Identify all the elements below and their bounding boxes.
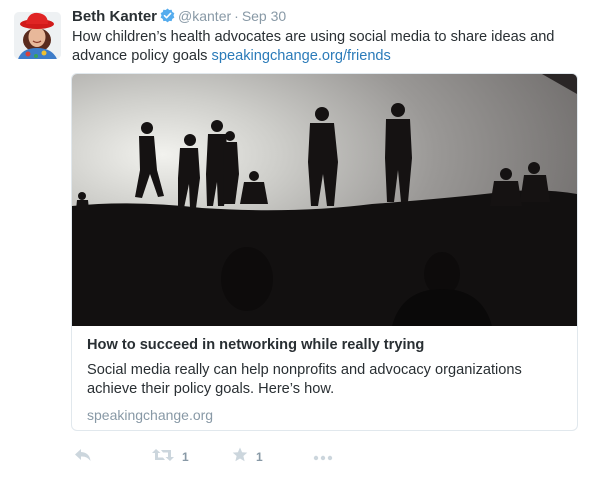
more-icon <box>313 448 333 466</box>
card-body: How to succeed in networking while reall… <box>87 336 567 425</box>
fullname[interactable]: Beth Kanter <box>72 8 157 25</box>
tweet: Beth Kanter @kanter · Sep 30 How children’s… <box>0 0 589 478</box>
favorite-button[interactable]: 1 <box>232 447 263 467</box>
avatar-image <box>14 12 61 59</box>
reply-button[interactable] <box>74 447 92 467</box>
reply-icon <box>74 448 92 467</box>
retweet-icon <box>152 448 174 467</box>
star-icon <box>232 447 248 467</box>
tweet-text-line-1: How children’s health advocates are usin… <box>72 29 555 45</box>
username[interactable]: @kanter <box>178 8 231 24</box>
card-domain[interactable]: speakingchange.org <box>87 406 567 425</box>
retweet-count: 1 <box>182 450 189 464</box>
tweet-header: Beth Kanter @kanter · Sep 30 <box>72 8 286 28</box>
separator: · <box>234 8 239 24</box>
favorite-count: 1 <box>256 450 263 464</box>
more-button[interactable] <box>313 447 333 467</box>
verified-badge-icon <box>160 8 175 28</box>
avatar[interactable] <box>14 12 61 59</box>
timestamp[interactable]: Sep 30 <box>242 8 286 24</box>
card-title[interactable]: How to succeed in networking while reall… <box>87 336 567 355</box>
card-description: Social media really can help nonprofits … <box>87 362 522 397</box>
link-card[interactable]: How to succeed in networking while reall… <box>71 73 578 431</box>
tweet-link[interactable]: speakingchange.org/friends <box>212 48 391 64</box>
retweet-button[interactable]: 1 <box>152 447 189 467</box>
tweet-text-line-2: advance policy goals speakingchange.org/… <box>72 47 572 66</box>
tweet-text-line-2-prefix: advance policy goals <box>72 48 212 64</box>
tweet-text: How children’s health advocates are usin… <box>72 28 572 66</box>
card-image[interactable] <box>72 74 577 326</box>
